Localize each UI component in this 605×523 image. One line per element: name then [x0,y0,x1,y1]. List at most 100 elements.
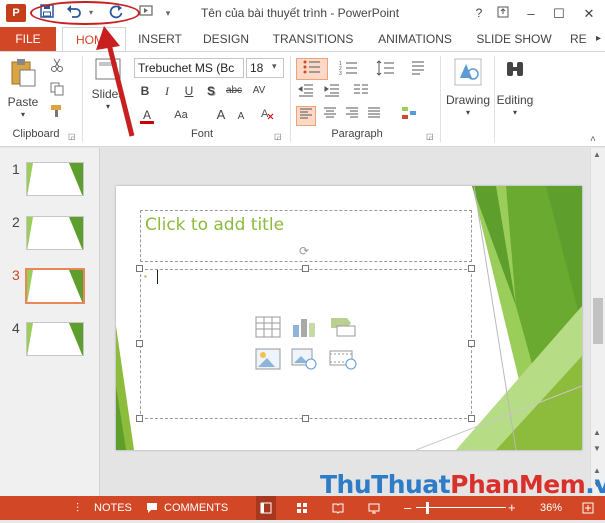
copy-icon[interactable] [48,82,66,101]
scrollbar-thumb[interactable] [593,298,603,344]
font-size-combobox[interactable]: 18 [246,58,284,78]
zoom-in-button[interactable]: + [508,496,516,520]
editing-button[interactable]: Editing ▾ [494,58,536,124]
slide-thumbnail[interactable] [26,162,84,196]
scroll-up-icon[interactable]: ▲ [593,428,601,437]
resize-handle[interactable] [468,340,475,347]
character-spacing-button[interactable]: AV [248,82,270,100]
bullets-button[interactable] [296,58,328,80]
align-right-button[interactable] [342,106,362,124]
increase-indent-icon[interactable] [322,83,342,102]
restore-button[interactable]: ☐ [546,0,572,27]
watermark-part3: .vn [585,470,605,499]
tab-animations[interactable]: ANIMATIONS [370,27,460,51]
font-size-dropdown-icon[interactable]: ▾ [272,61,277,72]
content-placeholder[interactable]: ▪ [140,269,472,419]
editing-dropdown-icon: ▾ [512,108,517,117]
text-direction-icon[interactable] [408,60,428,81]
notes-button[interactable]: NOTES [94,496,132,520]
resize-handle[interactable] [468,415,475,422]
zoom-slider[interactable] [416,496,506,520]
line-spacing-button[interactable] [372,60,400,81]
clear-formatting-icon[interactable]: A [258,106,276,125]
zoom-slider-thumb[interactable] [426,502,429,514]
columns-icon[interactable] [350,83,372,102]
strikethrough-button[interactable]: abc [224,82,244,100]
reading-view-icon[interactable] [332,496,344,520]
watermark-logo: ThuThuatPhanMem.vn [320,470,605,499]
window-title: Tên của bài thuyết trình - PowerPoint [200,6,400,20]
resize-handle[interactable] [136,340,143,347]
scroll-down-icon[interactable]: ▼ [593,444,601,453]
tab-design[interactable]: DESIGN [198,27,254,51]
format-painter-icon[interactable] [48,104,66,123]
slide-thumbnail[interactable] [26,322,84,356]
editing-label: Editing [496,93,534,107]
tab-review[interactable]: RE [570,27,594,51]
svg-text:A: A [261,108,269,120]
resize-handle[interactable] [302,415,309,422]
cut-icon[interactable] [48,58,66,77]
zoom-out-button[interactable]: – [404,496,411,520]
tab-scroll-right-icon[interactable]: ▸ [592,27,605,51]
slide-number: 3 [12,267,20,283]
tab-file[interactable]: FILE [0,27,56,51]
paragraph-launcher-icon[interactable]: ◲ [426,132,434,141]
ribbon-display-options-icon[interactable] [490,0,516,27]
resize-handle[interactable] [136,415,143,422]
align-left-button[interactable] [296,106,316,126]
watermark-part1: ThuThuat [320,470,451,499]
grow-font-button[interactable]: A [214,106,228,124]
rotate-handle-icon[interactable]: ⟳ [299,244,309,258]
normal-view-icon[interactable] [256,496,276,520]
shrink-font-button[interactable]: A [234,108,248,126]
notes-icon[interactable]: ⫶ [76,496,79,520]
resize-handle[interactable] [468,265,475,272]
scroll-up-icon[interactable]: ▲ [593,150,601,159]
paste-button[interactable]: Paste ▾ [6,58,40,120]
comments-button[interactable]: COMMENTS [164,496,228,520]
tab-insert[interactable]: INSERT [134,27,186,51]
fit-slide-icon[interactable] [582,496,594,520]
change-case-button[interactable]: Aa [170,106,192,124]
new-slide-button[interactable]: Slides ▾ [88,58,128,120]
drawing-button[interactable]: Drawing ▾ [444,58,492,124]
font-color-button[interactable]: A [140,106,154,124]
numbering-button[interactable]: 123 [334,60,364,81]
insert-smartart-icon[interactable] [329,316,356,338]
insert-table-icon[interactable] [255,316,281,338]
tab-home[interactable]: HOME [62,27,126,52]
insert-picture-icon[interactable] [255,348,281,370]
slide-show-icon[interactable] [368,496,380,520]
italic-button[interactable]: I [160,82,174,100]
help-button[interactable]: ? [466,0,492,27]
bold-button[interactable]: B [138,82,152,100]
align-center-button[interactable] [320,106,340,124]
ribbon-divider [290,56,291,142]
shadow-button[interactable]: S [204,82,218,100]
tab-transitions[interactable]: TRANSITIONS [266,27,360,51]
insert-video-icon[interactable] [329,348,357,370]
insert-chart-icon[interactable] [291,316,317,338]
slide-sorter-icon[interactable] [296,496,308,520]
underline-button[interactable]: U [182,82,196,100]
vertical-scrollbar[interactable]: ▲ ▲ ▼ ▲ ▼ [590,148,605,496]
resize-handle[interactable] [136,265,143,272]
font-name-combobox[interactable]: Trebuchet MS (Bc [134,58,244,78]
collapse-ribbon-icon[interactable]: ˄ [590,134,596,145]
comments-icon[interactable] [146,496,158,520]
justify-button[interactable] [364,106,384,124]
watermark-part2: PhanMem [450,470,586,499]
tab-slide-show[interactable]: SLIDE SHOW [472,27,556,51]
insert-online-picture-icon[interactable] [291,348,317,370]
minimize-button[interactable]: – [518,0,544,27]
slide-thumbnail[interactable] [26,216,84,250]
decrease-indent-icon[interactable] [296,83,316,102]
smartart-icon[interactable] [398,106,420,125]
close-button[interactable]: ✕ [576,0,602,27]
clipboard-launcher-icon[interactable]: ◲ [68,132,76,141]
slide-thumbnail-selected[interactable] [25,268,85,304]
font-launcher-icon[interactable]: ◲ [274,132,282,141]
zoom-level[interactable]: 36% [540,496,562,520]
resize-handle[interactable] [302,265,309,272]
